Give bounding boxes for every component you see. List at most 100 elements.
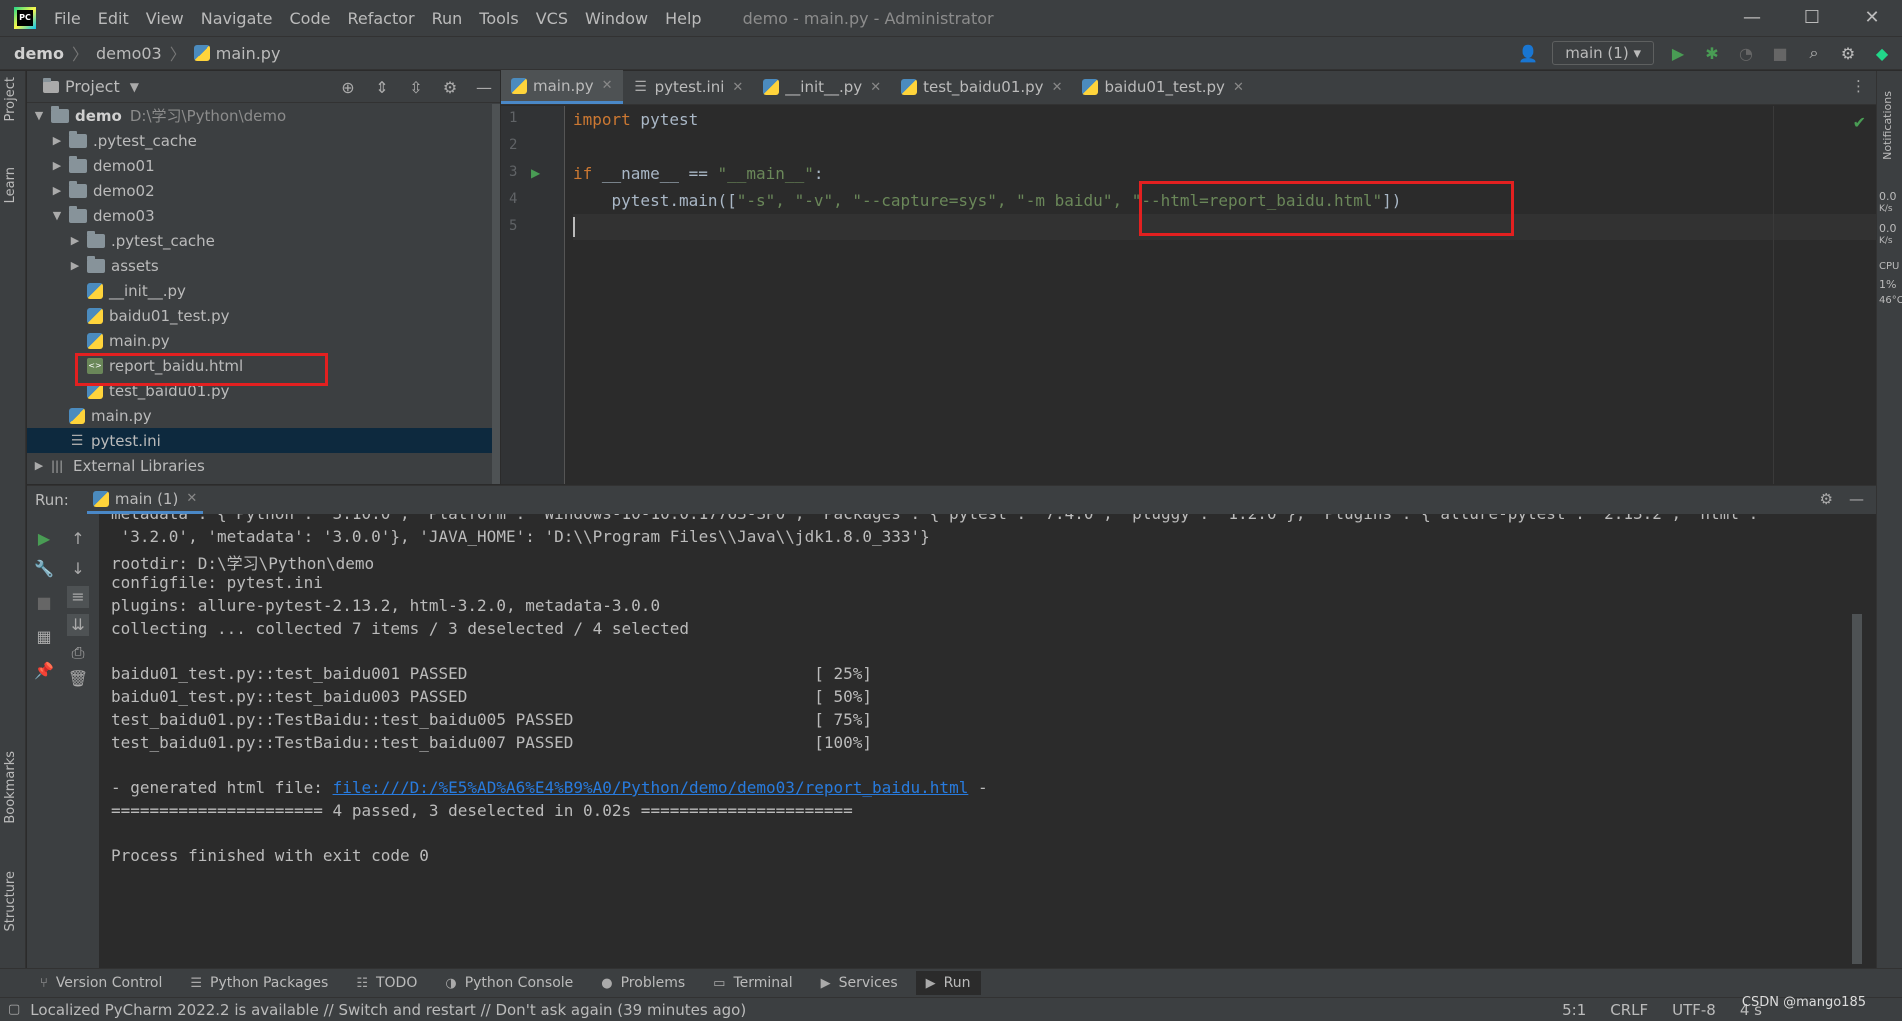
coverage-icon[interactable]: ◔	[1736, 43, 1756, 63]
tree-item-demo03-main-py[interactable]: main.py	[27, 328, 500, 353]
tree-item-demo02[interactable]: ▶ demo02	[27, 178, 500, 203]
jetbrains-toolbox-icon[interactable]: ◆	[1872, 43, 1892, 63]
gear-icon[interactable]: ⚙	[1838, 43, 1858, 63]
project-panel-title[interactable]: Project	[65, 77, 120, 96]
tool-tab-notifications[interactable]: Notifications	[1881, 91, 1894, 160]
tool-python-console[interactable]: ◑ Python Console	[445, 975, 573, 991]
chevron-down-icon[interactable]: ▼	[31, 109, 47, 122]
caret-position[interactable]: 5:1	[1562, 1001, 1586, 1019]
menu-navigate[interactable]: Navigate	[201, 9, 273, 28]
tree-item-baidu01-test-py[interactable]: baidu01_test.py	[27, 303, 500, 328]
console-scrollbar[interactable]	[1852, 614, 1862, 964]
tool-problems[interactable]: ● Problems	[601, 975, 685, 991]
close-icon[interactable]: ✕	[602, 78, 613, 93]
run-configuration-select[interactable]: main (1) ▾	[1552, 41, 1654, 65]
arrow-up-icon[interactable]: ↑	[67, 528, 89, 550]
tab-baidu01-test-py[interactable]: baidu01_test.py ✕	[1072, 70, 1253, 104]
tool-tab-learn[interactable]: Learn	[3, 167, 18, 203]
search-icon[interactable]: ⌕	[1804, 43, 1824, 63]
menu-code[interactable]: Code	[290, 9, 331, 28]
more-options-icon[interactable]: ⋮	[1851, 77, 1866, 95]
close-icon[interactable]: ✕	[870, 80, 881, 95]
breadcrumb-folder[interactable]: demo03	[96, 44, 162, 63]
console-output[interactable]: metadata': {'Python': '3.10.0', 'Platfor…	[99, 514, 1862, 969]
line-separator[interactable]: CRLF	[1610, 1001, 1648, 1019]
tool-version-control[interactable]: ⑂ Version Control	[40, 975, 162, 991]
tree-item-assets[interactable]: ▶ assets	[27, 253, 500, 278]
tree-item-demo03-pytest-cache[interactable]: ▶ .pytest_cache	[27, 228, 500, 253]
minimize-button[interactable]: —	[1722, 0, 1782, 36]
tree-item-init-py[interactable]: __init__.py	[27, 278, 500, 303]
chevron-right-icon[interactable]: ▶	[67, 234, 83, 247]
menu-vcs[interactable]: VCS	[536, 9, 568, 28]
close-icon[interactable]: ✕	[1233, 80, 1244, 95]
project-scrollbar[interactable]	[492, 104, 500, 484]
menu-refactor[interactable]: Refactor	[347, 9, 414, 28]
print-icon[interactable]: ⎙	[67, 642, 89, 664]
arrow-down-icon[interactable]: ↓	[67, 558, 89, 580]
layout-icon[interactable]: ▦	[33, 626, 55, 648]
file-encoding[interactable]: UTF-8	[1672, 1001, 1716, 1019]
code-area[interactable]: import pytest if __name__ == "__main__":…	[573, 106, 1876, 484]
menu-file[interactable]: File	[54, 9, 81, 28]
run-icon[interactable]: ▶	[1668, 43, 1688, 63]
pin-icon[interactable]: 📌	[33, 660, 55, 682]
chevron-right-icon[interactable]: ▶	[49, 184, 65, 197]
tab-test-baidu01-py[interactable]: test_baidu01.py ✕	[891, 70, 1072, 104]
tool-run[interactable]: ▶ Run	[915, 971, 981, 995]
menu-view[interactable]: View	[146, 9, 184, 28]
soft-wrap-icon[interactable]: ≡	[67, 586, 89, 608]
tab-init-py[interactable]: __init__.py ✕	[753, 70, 891, 104]
tool-todo[interactable]: ☷ TODO	[356, 975, 417, 991]
menu-edit[interactable]: Edit	[98, 9, 129, 28]
status-message[interactable]: Localized PyCharm 2022.2 is available //…	[30, 1001, 746, 1019]
tab-pytest-ini[interactable]: ☰ pytest.ini ✕	[623, 70, 754, 104]
locate-icon[interactable]: ⊕	[338, 77, 358, 97]
close-button[interactable]: ✕	[1842, 0, 1902, 36]
menu-tools[interactable]: Tools	[479, 9, 518, 28]
hide-icon[interactable]: —	[1849, 490, 1864, 508]
collapse-all-icon[interactable]: ⇳	[406, 77, 426, 97]
chevron-right-icon[interactable]: ▶	[67, 259, 83, 272]
tree-item-main-py[interactable]: main.py	[27, 403, 500, 428]
chevron-right-icon[interactable]: ▶	[31, 459, 47, 472]
stop-icon[interactable]: ■	[1770, 43, 1790, 63]
gear-icon[interactable]: ⚙	[1820, 490, 1833, 508]
close-icon[interactable]: ✕	[1052, 80, 1063, 95]
tree-item-external-libraries[interactable]: ▶ ||| External Libraries	[27, 453, 500, 478]
scroll-to-end-icon[interactable]: ⇊	[67, 614, 89, 636]
user-icon[interactable]: 👤	[1518, 43, 1538, 63]
menu-window[interactable]: Window	[585, 9, 648, 28]
wrench-icon[interactable]: 🔧	[33, 558, 55, 580]
run-tab-main[interactable]: main (1) ✕	[86, 486, 204, 514]
inspection-ok-icon[interactable]: ✔	[1853, 113, 1866, 132]
tab-main-py[interactable]: main.py ✕	[501, 70, 623, 104]
menu-run[interactable]: Run	[432, 9, 463, 28]
chevron-right-icon[interactable]: ▶	[49, 134, 65, 147]
close-icon[interactable]: ✕	[186, 491, 197, 506]
tree-item-demo-root[interactable]: ▼ demo D:\学习\Python\demo	[27, 103, 500, 128]
run-gutter-icon[interactable]: ▶	[531, 166, 540, 180]
tool-tab-project[interactable]: Project	[3, 77, 18, 121]
expand-all-icon[interactable]: ⇕	[372, 77, 392, 97]
tool-tab-bookmarks[interactable]: Bookmarks	[3, 751, 18, 824]
report-file-link[interactable]: file:///D:/%E5%AD%A6%E4%B9%A0/Python/dem…	[333, 778, 969, 797]
rerun-icon[interactable]: ▶	[33, 528, 55, 550]
tool-terminal[interactable]: ▭ Terminal	[713, 975, 792, 991]
menu-help[interactable]: Help	[665, 9, 701, 28]
tree-item-demo01[interactable]: ▶ demo01	[27, 153, 500, 178]
trash-icon[interactable]: 🗑	[67, 668, 89, 690]
status-window-icon[interactable]: ▢	[8, 1002, 20, 1017]
breadcrumb-file[interactable]: main.py	[216, 44, 281, 63]
chevron-right-icon[interactable]: ▶	[49, 159, 65, 172]
tree-item-pytest-ini[interactable]: ☰ pytest.ini	[27, 428, 500, 453]
hide-icon[interactable]: —	[474, 77, 494, 97]
breadcrumb-project[interactable]: demo	[14, 44, 64, 63]
stop-icon[interactable]: ■	[33, 592, 55, 614]
debug-icon[interactable]: ✱	[1702, 43, 1722, 63]
tool-tab-structure[interactable]: Structure	[3, 871, 18, 931]
gear-icon[interactable]: ⚙	[440, 77, 460, 97]
chevron-down-icon[interactable]: ▼	[130, 80, 139, 94]
tool-python-packages[interactable]: ☰ Python Packages	[190, 975, 328, 991]
tree-item-demo03[interactable]: ▼ demo03	[27, 203, 500, 228]
